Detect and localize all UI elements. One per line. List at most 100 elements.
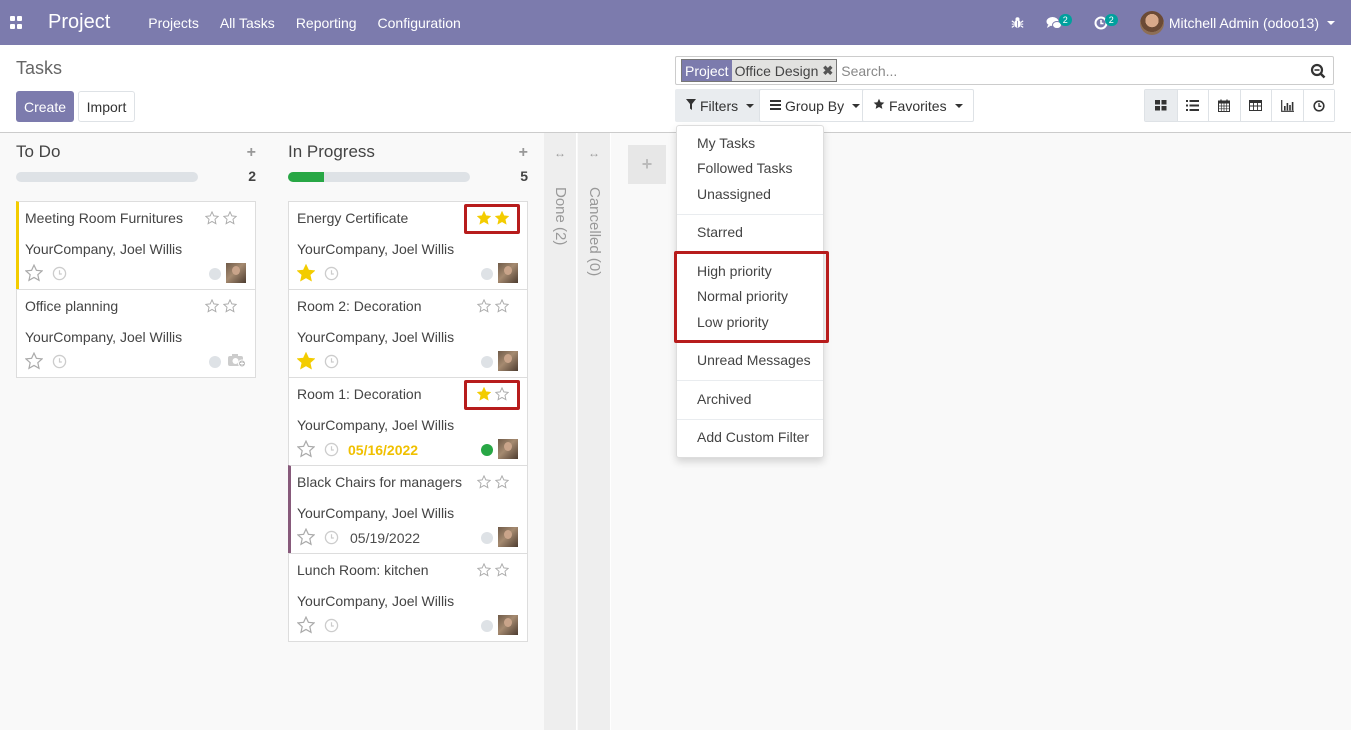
priority-star-icon[interactable] xyxy=(205,211,219,225)
user-menu[interactable]: Mitchell Admin (odoo13) xyxy=(1139,10,1335,35)
group-by-label: Group By xyxy=(785,97,845,114)
top-navbar: Project Projects All Tasks Reporting Con… xyxy=(0,0,1351,45)
menu-configuration[interactable]: Configuration xyxy=(378,15,461,31)
column-progress-bar[interactable] xyxy=(288,172,470,182)
favorites-button[interactable]: Favorites xyxy=(862,89,974,122)
activity-clock-icon[interactable] xyxy=(324,266,339,281)
filter-archived[interactable]: Archived xyxy=(697,391,751,407)
activity-view-button[interactable] xyxy=(1302,90,1334,121)
favorite-star-icon[interactable] xyxy=(297,528,315,546)
favorite-star-icon[interactable] xyxy=(297,440,315,458)
favorite-star-icon[interactable] xyxy=(25,264,43,282)
activity-clock-icon[interactable] xyxy=(324,530,339,545)
activities-clock-icon[interactable]: 2 xyxy=(1094,13,1118,30)
activity-clock-icon[interactable] xyxy=(324,618,339,633)
activity-clock-icon[interactable] xyxy=(52,266,67,281)
priority-filters-highlight xyxy=(674,251,829,343)
kanban-state-dot[interactable] xyxy=(481,620,493,632)
priority-widget xyxy=(205,211,237,225)
assignee-avatar xyxy=(498,439,518,459)
kanban-state-dot[interactable] xyxy=(481,356,493,368)
kanban-state-dot[interactable] xyxy=(481,444,493,456)
kanban-card[interactable]: Black Chairs for managers YourCompany, J… xyxy=(288,465,528,554)
priority-star-icon[interactable] xyxy=(477,299,491,313)
menu-reporting[interactable]: Reporting xyxy=(296,15,357,31)
calendar-view-button[interactable] xyxy=(1208,90,1240,121)
filter-followed-tasks[interactable]: Followed Tasks xyxy=(697,160,792,176)
deadline-date: 05/19/2022 xyxy=(350,530,421,546)
kanban-card[interactable]: Office planning YourCompany, Joel Willis xyxy=(16,289,256,378)
column-title: In Progress xyxy=(288,142,375,161)
main-menu: Projects All Tasks Reporting Configurati… xyxy=(148,15,482,31)
activity-clock-icon[interactable] xyxy=(324,354,339,369)
kanban-state-dot[interactable] xyxy=(209,356,221,368)
chevron-down-icon xyxy=(1327,20,1335,25)
folded-column-cancelled[interactable]: ↔ Cancelled (0) xyxy=(578,133,611,730)
kanban-card[interactable]: Room 2: Decoration YourCompany, Joel Wil… xyxy=(288,289,528,378)
menu-all-tasks[interactable]: All Tasks xyxy=(220,15,275,31)
expand-arrows-icon: ↔ xyxy=(588,146,600,160)
folded-column-done[interactable]: ↔ Done (2) xyxy=(544,133,577,730)
column-progress-bar[interactable] xyxy=(16,172,198,182)
import-button[interactable]: Import xyxy=(78,91,135,122)
priority-star-icon[interactable] xyxy=(477,475,491,489)
messages-badge: 2 xyxy=(1058,13,1072,26)
search-input[interactable] xyxy=(841,62,1333,79)
kanban-state-dot[interactable] xyxy=(481,268,493,280)
activity-clock-icon[interactable] xyxy=(324,442,339,457)
filters-button[interactable]: Filters xyxy=(675,89,766,122)
kanban-state-dot[interactable] xyxy=(209,268,221,280)
assignee-avatar xyxy=(498,527,518,547)
priority-star-icon[interactable] xyxy=(495,475,509,489)
favorite-star-icon[interactable] xyxy=(25,352,43,370)
activity-clock-icon[interactable] xyxy=(52,354,67,369)
facet-value-text: Office Design xyxy=(734,62,819,79)
quick-create-plus-icon[interactable]: + xyxy=(519,144,528,162)
priority-highlight xyxy=(464,380,520,410)
filter-starred[interactable]: Starred xyxy=(697,224,743,240)
priority-star-icon[interactable] xyxy=(223,299,237,313)
priority-star-icon[interactable] xyxy=(223,211,237,225)
priority-star-icon[interactable] xyxy=(205,299,219,313)
add-column-button[interactable]: + xyxy=(628,145,666,184)
menu-projects[interactable]: Projects xyxy=(148,15,199,31)
chevron-down-icon xyxy=(852,103,861,108)
priority-star-icon[interactable] xyxy=(495,299,509,313)
filter-unassigned[interactable]: Unassigned xyxy=(697,186,771,202)
kanban-card[interactable]: Meeting Room Furnitures YourCompany, Joe… xyxy=(16,201,256,290)
card-subtitle: YourCompany, Joel Willis xyxy=(297,329,455,345)
favorite-star-icon[interactable] xyxy=(297,352,315,370)
messages-chat-icon[interactable]: 2 xyxy=(1046,13,1072,30)
filter-my-tasks[interactable]: My Tasks xyxy=(697,135,755,151)
favorite-star-icon[interactable] xyxy=(297,616,315,634)
card-title: Energy Certificate xyxy=(297,210,409,226)
remove-facet-icon[interactable]: ✖ xyxy=(822,63,833,79)
priority-star-icon[interactable] xyxy=(495,563,509,577)
group-by-button[interactable]: Group By xyxy=(759,89,872,122)
list-view-button[interactable] xyxy=(1176,90,1208,121)
kanban-card[interactable]: Energy Certificate YourCompany, Joel Wil… xyxy=(288,201,528,290)
kanban-card[interactable]: Room 1: Decoration YourCompany, Joel Wil… xyxy=(288,377,528,466)
kanban-card[interactable]: Lunch Room: kitchen YourCompany, Joel Wi… xyxy=(288,553,528,642)
pivot-view-button[interactable] xyxy=(1239,90,1271,121)
deadline-date: 05/16/2022 xyxy=(348,442,419,458)
camera-placeholder-icon[interactable] xyxy=(228,353,246,367)
kanban-state-dot[interactable] xyxy=(481,532,493,544)
column-title: To Do xyxy=(16,142,61,161)
create-button[interactable]: Create xyxy=(16,91,74,122)
filters-dropdown-menu: My Tasks Followed Tasks Unassigned Starr… xyxy=(674,125,829,458)
filter-unread-messages[interactable]: Unread Messages xyxy=(697,352,811,368)
quick-create-plus-icon[interactable]: + xyxy=(247,144,256,162)
priority-star-icon[interactable] xyxy=(477,563,491,577)
search-facet-project: Project Office Design ✖ xyxy=(681,59,838,82)
debug-bug-icon[interactable] xyxy=(1011,16,1024,29)
favorite-star-icon[interactable] xyxy=(297,264,315,282)
search-icon[interactable] xyxy=(1310,63,1326,79)
kanban-view-button[interactable] xyxy=(1145,90,1177,121)
search-bar: Project Office Design ✖ xyxy=(675,56,1334,85)
add-custom-filter[interactable]: Add Custom Filter xyxy=(697,429,809,445)
priority-widget xyxy=(477,475,509,489)
apps-menu-icon[interactable] xyxy=(10,15,24,30)
graph-view-button[interactable] xyxy=(1271,90,1303,121)
card-subtitle: YourCompany, Joel Willis xyxy=(297,241,455,257)
